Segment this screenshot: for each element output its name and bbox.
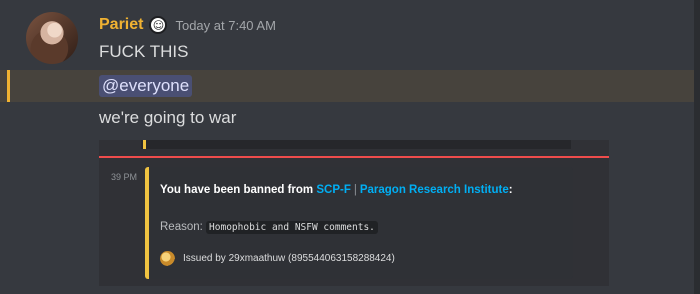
chat-message: Pariet ☺ Today at 7:40 AM FUCK THIS @eve… xyxy=(0,0,694,294)
attachment-top-strip xyxy=(141,140,571,149)
mention-indicator-bar xyxy=(7,70,10,102)
message-line: we're going to war xyxy=(99,108,237,127)
mention-highlight-row: @everyone xyxy=(0,70,694,102)
footer-text: Issued by 29xmaathuw (895544063158288424… xyxy=(183,253,395,264)
embed-title-prefix: You have been banned from xyxy=(160,184,317,196)
message-timestamp[interactable]: Today at 7:40 AM xyxy=(175,18,275,33)
user-avatar[interactable] xyxy=(26,12,78,64)
scroll-edge xyxy=(694,0,700,294)
bot-badge-icon: ☺ xyxy=(149,16,168,34)
attachment-time-fragment: 39 PM xyxy=(111,172,138,182)
reason-label: Reason: xyxy=(160,221,207,233)
image-attachment[interactable]: 39 PM You have been banned from SCP-F | Pa… xyxy=(99,140,609,286)
ban-notice-embed: You have been banned from SCP-F | Paragon … xyxy=(145,167,573,279)
reason-code: Homophobic and NSFW comments. xyxy=(206,221,378,234)
embed-title: You have been banned from SCP-F | Paragon … xyxy=(160,184,513,196)
embed-title-suffix: : xyxy=(508,184,513,196)
new-messages-divider xyxy=(99,156,609,158)
issuer-avatar-icon xyxy=(160,251,175,266)
attachment-top-marker xyxy=(143,140,146,149)
message-header: Pariet ☺ Today at 7:40 AM xyxy=(99,12,276,38)
title-separator: | xyxy=(353,184,357,196)
server-link-paragon[interactable]: Paragon Research Institute xyxy=(360,184,509,196)
everyone-mention[interactable]: @everyone xyxy=(99,75,193,97)
server-link-scp-f[interactable]: SCP-F xyxy=(316,184,351,196)
embed-footer: Issued by 29xmaathuw (895544063158288424… xyxy=(160,251,395,266)
embed-reason: Reason: Homophobic and NSFW comments. xyxy=(160,221,378,234)
username[interactable]: Pariet xyxy=(99,16,143,34)
message-line: FUCK THIS xyxy=(99,42,189,61)
